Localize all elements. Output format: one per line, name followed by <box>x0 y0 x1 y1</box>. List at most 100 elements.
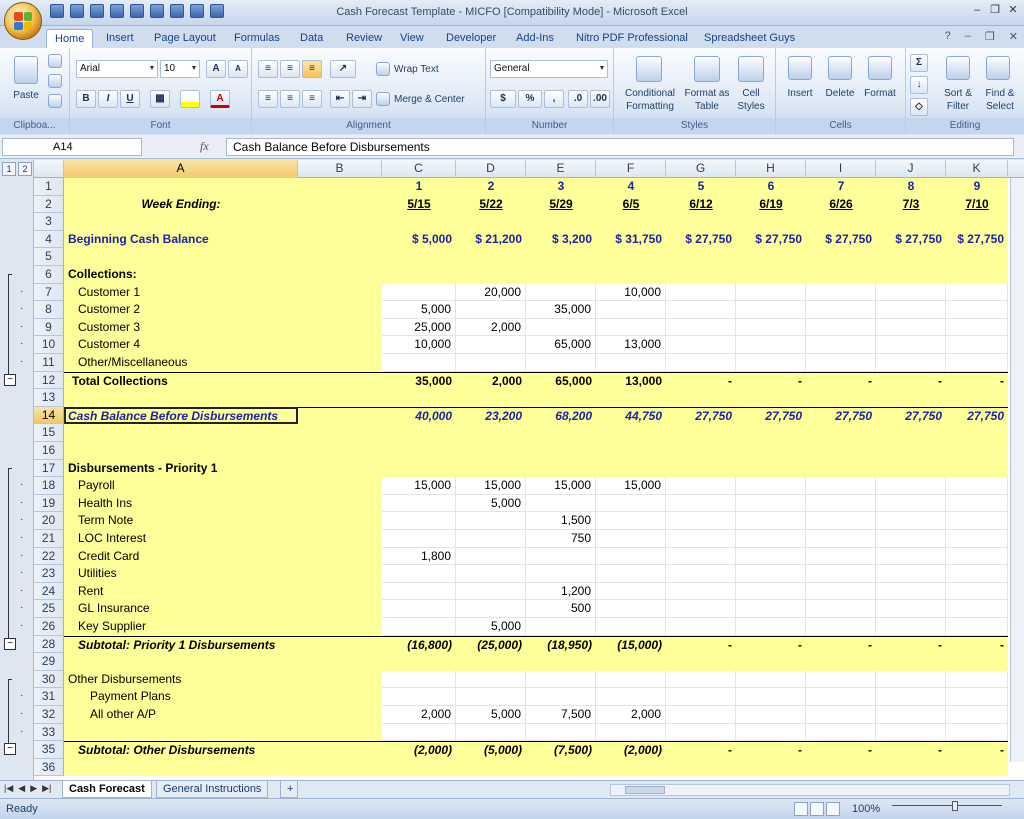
cell-d33[interactable] <box>456 723 526 742</box>
font-name-select[interactable]: Arial ▼ <box>76 60 158 78</box>
cell-k22[interactable] <box>946 547 1008 566</box>
cell-c18[interactable]: 15,000 <box>382 477 456 495</box>
cell-d20[interactable] <box>456 512 526 530</box>
shrink-font-button[interactable]: A <box>228 60 248 78</box>
cell-h11[interactable] <box>736 354 806 372</box>
cell-g9[interactable] <box>666 318 736 337</box>
cell-c11[interactable] <box>382 354 456 372</box>
zoom-slider[interactable] <box>892 801 1002 813</box>
cell-styles-icon[interactable] <box>738 56 764 82</box>
cell-k11[interactable] <box>946 354 1008 372</box>
cell-h28[interactable]: - <box>736 635 806 654</box>
cell-i21[interactable] <box>806 530 876 548</box>
ribbon-close-icon[interactable]: ✕ <box>1009 30 1018 43</box>
cell-h15[interactable] <box>736 424 806 442</box>
cell-f19[interactable] <box>596 494 666 513</box>
collapse-group-button[interactable]: − <box>4 743 16 756</box>
cell-j20[interactable] <box>876 512 946 530</box>
cell-g35[interactable]: - <box>666 741 736 759</box>
sort-filter-label-2[interactable]: Filter <box>936 101 980 113</box>
cell-i22[interactable] <box>806 547 876 566</box>
row-header[interactable]: 25 <box>34 600 64 618</box>
cell-h24[interactable] <box>736 582 806 601</box>
cell-h1[interactable]: 6 <box>736 178 806 196</box>
cell-j14[interactable]: 27,750 <box>876 406 946 425</box>
cell-c10[interactable]: 10,000 <box>382 336 456 354</box>
cell-c28[interactable]: (16,800) <box>382 635 456 654</box>
row-header[interactable]: 20 <box>34 512 64 530</box>
cell-i12[interactable]: - <box>806 371 876 390</box>
cell-b1[interactable] <box>298 178 382 196</box>
cell-d12[interactable]: 2,000 <box>456 371 526 390</box>
cell-j19[interactable] <box>876 494 946 513</box>
column-header-g[interactable]: G <box>666 160 736 178</box>
cell-styles-label-1[interactable]: Cell <box>732 88 770 100</box>
cell-d19[interactable]: 5,000 <box>456 494 526 513</box>
format-cells-button[interactable]: Format <box>860 88 900 100</box>
cell-g20[interactable] <box>666 512 736 530</box>
cell-d32[interactable]: 5,000 <box>456 706 526 724</box>
column-header-c[interactable]: C <box>382 160 456 178</box>
cell-h26[interactable] <box>736 618 806 636</box>
cell-f17[interactable] <box>596 459 666 478</box>
cell-i4[interactable]: $ 27,750 <box>806 230 876 249</box>
cell-g3[interactable] <box>666 213 736 231</box>
row-header[interactable]: 19 <box>34 494 64 513</box>
cell-d24[interactable] <box>456 582 526 601</box>
cell-e1[interactable]: 3 <box>526 178 596 196</box>
cell-e3[interactable] <box>526 213 596 231</box>
cell-c5[interactable] <box>382 248 456 266</box>
format-painter-icon[interactable] <box>48 94 62 108</box>
cell-f13[interactable] <box>596 389 666 407</box>
conditional-formatting-label-2[interactable]: Formatting <box>618 101 682 113</box>
column-header-e[interactable]: E <box>526 160 596 178</box>
cell-e17[interactable] <box>526 459 596 478</box>
cell-e7[interactable] <box>526 283 596 302</box>
cell-h13[interactable] <box>736 389 806 407</box>
cell-h29[interactable] <box>736 653 806 671</box>
cell-e13[interactable] <box>526 389 596 407</box>
cell-j33[interactable] <box>876 723 946 742</box>
row-header[interactable]: 24 <box>34 582 64 601</box>
cell-f28[interactable]: (15,000) <box>596 635 666 654</box>
cell-j30[interactable] <box>876 670 946 689</box>
cell-j32[interactable] <box>876 706 946 724</box>
column-header-d[interactable]: D <box>456 160 526 178</box>
cell-b26[interactable] <box>298 618 382 636</box>
cell-d17[interactable] <box>456 459 526 478</box>
delete-cells-button[interactable]: Delete <box>820 88 860 100</box>
cell-h31[interactable] <box>736 688 806 706</box>
cell-g22[interactable] <box>666 547 736 566</box>
cell-i20[interactable] <box>806 512 876 530</box>
merge-center-button[interactable]: Merge & Center <box>394 94 465 106</box>
scroll-thumb[interactable] <box>625 786 665 794</box>
cell-j9[interactable] <box>876 318 946 337</box>
orientation-button[interactable]: ↗ <box>330 60 356 78</box>
cell-e16[interactable] <box>526 442 596 460</box>
cell-f16[interactable] <box>596 442 666 460</box>
cell-k17[interactable] <box>946 459 1008 478</box>
cell-c33[interactable] <box>382 723 456 742</box>
row-header[interactable]: 36 <box>34 758 64 777</box>
cell-h22[interactable] <box>736 547 806 566</box>
cell-i15[interactable] <box>806 424 876 442</box>
cell-c19[interactable] <box>382 494 456 513</box>
cell-b24[interactable] <box>298 582 382 601</box>
cell-i35[interactable]: - <box>806 741 876 759</box>
cell-j24[interactable] <box>876 582 946 601</box>
cell-k5[interactable] <box>946 248 1008 266</box>
cell-i16[interactable] <box>806 442 876 460</box>
cell-i10[interactable] <box>806 336 876 354</box>
cell-d14[interactable]: 23,200 <box>456 406 526 425</box>
row-header[interactable]: 28 <box>34 635 64 654</box>
cell-e2[interactable]: 5/29 <box>526 195 596 214</box>
row-header[interactable]: 14 <box>34 406 64 425</box>
row-header[interactable]: 29 <box>34 653 64 671</box>
cell-j8[interactable] <box>876 301 946 319</box>
cell-b29[interactable] <box>298 653 382 671</box>
cell-e29[interactable] <box>526 653 596 671</box>
cell-d35[interactable]: (5,000) <box>456 741 526 759</box>
cell-f31[interactable] <box>596 688 666 706</box>
row-header[interactable]: 30 <box>34 670 64 689</box>
name-box[interactable]: A14 <box>2 138 142 156</box>
